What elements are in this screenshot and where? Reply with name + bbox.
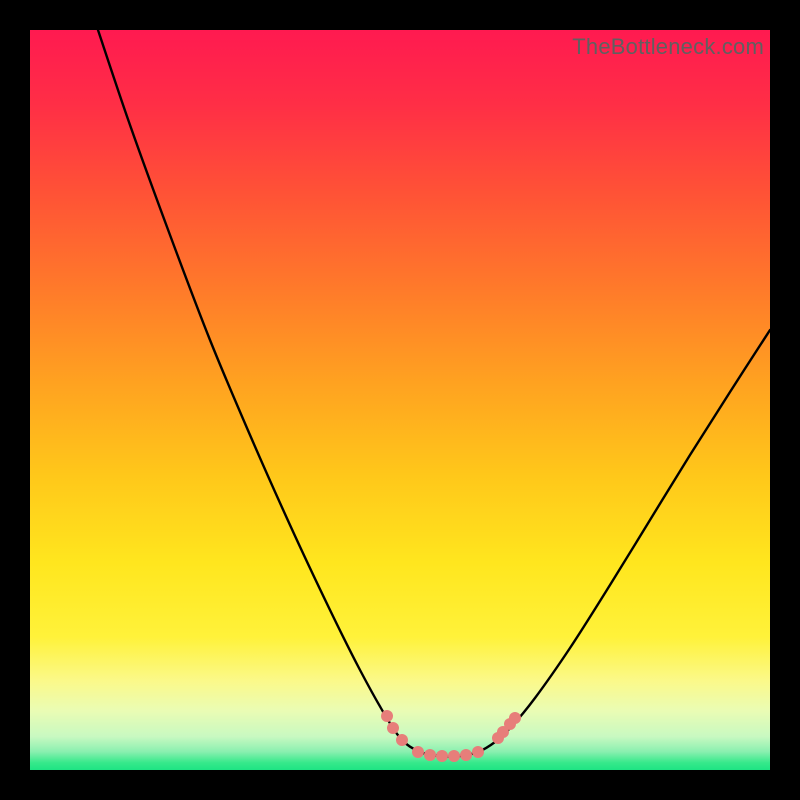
marker-dot	[396, 734, 408, 746]
marker-dot	[381, 710, 393, 722]
marker-dot	[436, 750, 448, 762]
marker-dot	[509, 712, 521, 724]
marker-dot	[412, 746, 424, 758]
chart-svg	[30, 30, 770, 770]
marker-dot	[448, 750, 460, 762]
marker-dot	[472, 746, 484, 758]
highlight-markers	[381, 710, 521, 762]
bottleneck-curve	[98, 30, 770, 757]
marker-dot	[387, 722, 399, 734]
plot-frame: TheBottleneck.com	[30, 30, 770, 770]
marker-dot	[424, 749, 436, 761]
marker-dot	[460, 749, 472, 761]
